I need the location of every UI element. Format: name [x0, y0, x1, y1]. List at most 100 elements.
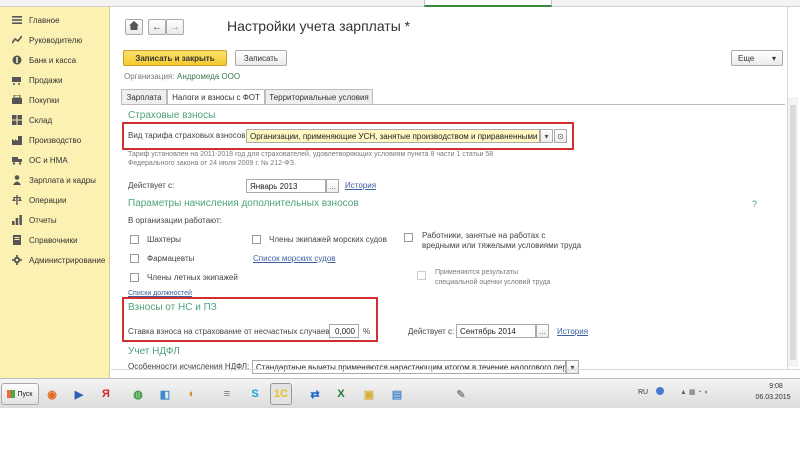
taskbar-screen-icon[interactable]: ▤ [386, 383, 408, 405]
positions-list-link[interactable]: Списки должностей [128, 290, 192, 297]
insurance-history-link[interactable]: История [345, 181, 376, 190]
scale-icon [12, 195, 22, 205]
ellipsis-icon: ... [539, 326, 546, 336]
additional-section-title: Параметры начисления дополнительных взно… [128, 198, 359, 209]
sea-crew-checkbox[interactable] [252, 235, 261, 244]
taskbar-tool-icon[interactable]: ✎ [450, 383, 472, 405]
tab-territorial-conditions[interactable]: Территориальные условия [265, 89, 373, 104]
bottom-divider [111, 369, 800, 370]
ndfl-feature-dropdown[interactable]: ▾ [566, 360, 579, 374]
back-button[interactable]: ← [148, 19, 166, 35]
insurance-valid-from-picker[interactable]: ... [326, 179, 339, 193]
chevron-down-icon: ▾ [544, 131, 549, 141]
truck-icon [12, 155, 22, 165]
help-icon[interactable]: ? [752, 199, 757, 209]
sidebar-item-warehouse[interactable]: Склад [0, 110, 110, 130]
sidebar-item-label: Банк и касса [29, 55, 77, 65]
more-button[interactable]: Еще ▾ [731, 50, 783, 66]
sidebar-item-salary[interactable]: Зарплата и кадры [0, 170, 110, 190]
sidebar-item-purchases[interactable]: Покупки [0, 90, 110, 110]
taskbar-tool-icon-glyph: ✎ [456, 388, 466, 401]
clock-date[interactable]: 06.03.2015 [750, 394, 796, 401]
start-button[interactable]: Пуск [1, 383, 39, 405]
forward-arrow-icon: → [170, 21, 180, 33]
help-tray-icon[interactable] [656, 387, 664, 395]
back-arrow-icon: ← [152, 21, 162, 33]
sidebar-item-main[interactable]: Главное [0, 10, 110, 30]
sea-crew-label: Члены экипажей морских судов [269, 235, 387, 244]
accident-rate-input[interactable]: 0,000 [329, 324, 359, 338]
trend-icon [12, 35, 22, 45]
warehouse-icon [12, 115, 22, 125]
taskbar-1c-icon-glyph: 1С [273, 388, 289, 400]
accident-rate-value: 0,000 [334, 326, 355, 336]
sidebar-item-catalogs[interactable]: Справочники [0, 230, 110, 250]
home-button[interactable] [125, 19, 143, 35]
sidebar-item-reports[interactable]: Отчеты [0, 210, 110, 230]
tab-salary[interactable]: Зарплата [121, 89, 167, 104]
tariff-note-line2: Федерального закона от 24 июля 2009 г. №… [128, 160, 296, 167]
taskbar-media-icon-glyph: ▶ [74, 388, 84, 401]
sidebar-item-production[interactable]: Производство [0, 130, 110, 150]
sidebar-item-sales[interactable]: Продажи [0, 70, 110, 90]
sidebar-item-operations[interactable]: Операции [0, 190, 110, 210]
sidebar-item-admin[interactable]: Администрирование [0, 250, 110, 270]
taskbar-notepad-icon[interactable]: ≡ [216, 383, 238, 405]
tab-underline [121, 104, 785, 105]
taskbar-yandex-icon[interactable]: Я [95, 383, 117, 405]
taskbar-folder-icon[interactable]: ▣ [358, 383, 380, 405]
taskbar-paint-icon[interactable]: ◐ [181, 383, 203, 405]
hazardous-work-checkbox[interactable] [404, 233, 413, 242]
insurance-valid-from-field[interactable]: Январь 2013 [246, 179, 326, 193]
active-top-tab[interactable] [424, 0, 552, 7]
special-assessment-label-line1: Применяются результаты [435, 269, 519, 276]
taskbar-paint-icon-glyph: ◐ [188, 388, 196, 400]
flight-crew-label: Члены летных экипажей [147, 273, 238, 282]
more-button-label: Еще [738, 53, 755, 63]
taskbar-media-icon[interactable]: ▶ [68, 383, 90, 405]
special-assessment-checkbox[interactable] [417, 271, 426, 280]
clock-time[interactable]: 9:08 [756, 383, 796, 390]
book-icon [12, 235, 22, 245]
sidebar-item-director[interactable]: Руководителю [0, 30, 110, 50]
tab-taxes-contributions[interactable]: Налоги и взносы с ФОТ [167, 89, 265, 105]
ndfl-feature-select[interactable]: Стандартные вычеты применяются нарастающ… [252, 360, 566, 374]
sidebar-item-assets[interactable]: ОС и НМА [0, 150, 110, 170]
save-and-close-button[interactable]: Записать и закрыть [123, 50, 227, 66]
accident-valid-from-field[interactable]: Сентябрь 2014 [456, 324, 536, 338]
miners-checkbox[interactable] [130, 235, 139, 244]
sea-ships-link[interactable]: Список морских судов [253, 254, 336, 263]
accident-valid-from-label: Действует с: [408, 327, 455, 336]
taskbar-1c-icon[interactable]: 1С [270, 383, 292, 405]
gear-icon [12, 255, 22, 265]
sidebar-item-label: Руководителю [29, 35, 83, 45]
taskbar-firefox-icon[interactable]: ◉ [41, 383, 63, 405]
sidebar-item-label: Отчеты [29, 215, 57, 225]
taskbar-teamviewer-icon[interactable]: ⇄ [304, 383, 326, 405]
sidebar-item-bank[interactable]: Банк и касса [0, 50, 110, 70]
sidebar-item-label: Справочники [29, 235, 78, 245]
tariff-open-button[interactable]: ⊙ [554, 129, 567, 143]
insurance-section-title: Страховые взносы [128, 110, 216, 121]
tariff-dropdown-button[interactable]: ▾ [540, 129, 553, 143]
forward-button[interactable]: → [166, 19, 184, 35]
tariff-select[interactable]: Организации, применяющие УСН, занятые пр… [246, 129, 540, 143]
language-indicator[interactable]: RU [638, 389, 648, 396]
form-scrollbar-thumb[interactable] [790, 105, 796, 360]
save-button[interactable]: Записать [235, 50, 287, 66]
accident-valid-from-picker[interactable]: ... [536, 324, 549, 338]
taskbar-excel-icon[interactable]: X [330, 383, 352, 405]
tariff-note-line1: Тариф установлен на 2011-2018 год для ст… [128, 151, 494, 158]
chevron-down-icon: ▾ [570, 362, 575, 372]
taskbar-chrome-icon[interactable]: ◍ [127, 383, 149, 405]
taskbar-photo-icon[interactable]: ◧ [154, 383, 176, 405]
accident-history-link[interactable]: История [557, 327, 588, 336]
sidebar-item-label: Зарплата и кадры [29, 175, 96, 185]
tariff-label: Вид тарифа страховых взносов: [128, 131, 248, 140]
organization-value[interactable]: Андромеда ООО [177, 72, 240, 81]
pharmacists-checkbox[interactable] [130, 254, 139, 263]
flight-crew-checkbox[interactable] [130, 273, 139, 282]
taskbar-folder-icon-glyph: ▣ [363, 388, 375, 401]
taskbar-skype-icon[interactable]: S [244, 383, 266, 405]
sidebar-item-label: Покупки [29, 95, 60, 105]
